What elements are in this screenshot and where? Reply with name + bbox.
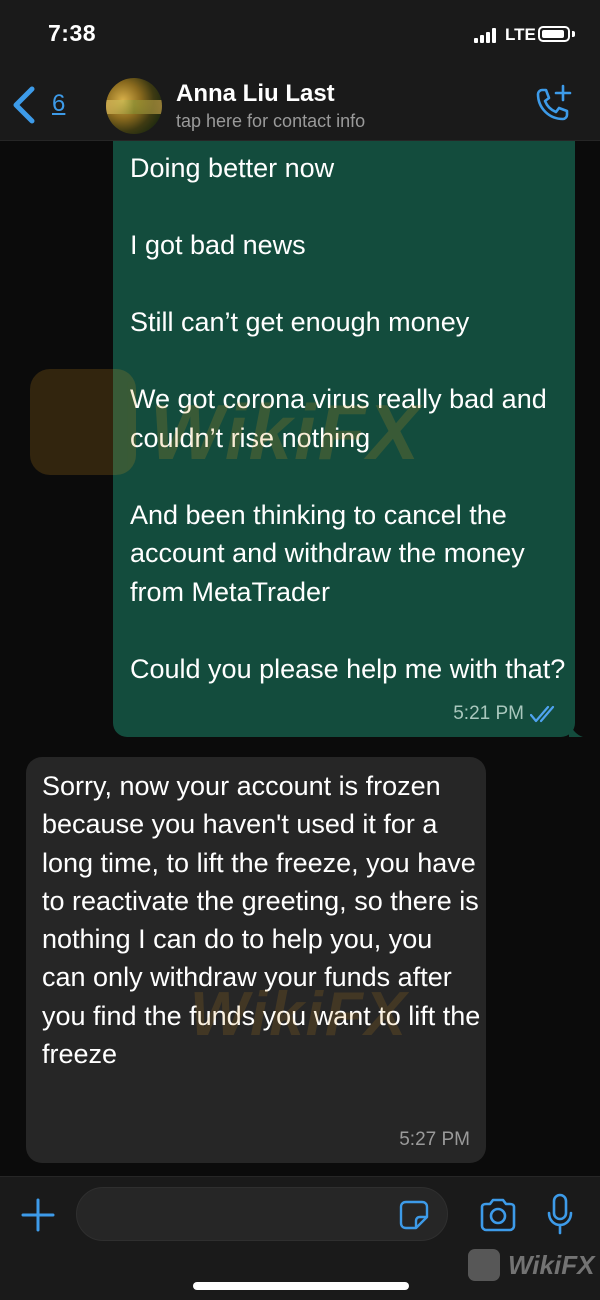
message-input[interactable] [95, 1200, 399, 1230]
outgoing-message-text: Doing better now I got bad news Still ca… [130, 149, 570, 688]
outgoing-time: 5:21 PM [453, 703, 524, 724]
phone-plus-icon[interactable] [530, 84, 574, 128]
watermark-badge: WikiFX [468, 1249, 594, 1281]
message-line: Could you please help me with that? [130, 653, 566, 684]
message-input-field[interactable] [76, 1187, 448, 1241]
avatar[interactable] [106, 78, 162, 134]
back-button[interactable]: 6 [10, 82, 80, 128]
microphone-icon[interactable] [546, 1193, 574, 1235]
watermark-text: WikiFX [508, 1249, 595, 1280]
outgoing-meta: 5:21 PM [453, 703, 560, 725]
sticker-icon[interactable] [398, 1199, 430, 1231]
battery-tip [572, 31, 575, 37]
chat-area[interactable]: Doing better now I got bad news Still ca… [0, 141, 600, 1175]
status-bar: 7:38 LTE [0, 0, 600, 70]
network-label: LTE [505, 25, 536, 44]
signal-icon [474, 27, 501, 43]
bubble-tail [569, 723, 583, 737]
status-time: 7:38 [48, 20, 97, 46]
incoming-message-text: Sorry, now your account is frozen becaus… [42, 771, 481, 1070]
message-line: Doing better now [130, 153, 335, 183]
outgoing-message[interactable]: Doing better now I got bad news Still ca… [113, 141, 583, 737]
composer-bar: WikiFX [0, 1176, 600, 1300]
unread-count: 6 [52, 90, 66, 117]
home-indicator[interactable] [193, 1282, 409, 1290]
contact-info-hint[interactable]: tap here for contact info [176, 111, 365, 132]
camera-icon[interactable] [478, 1197, 518, 1233]
battery-icon [538, 26, 570, 42]
incoming-time: 5:27 PM [399, 1129, 470, 1150]
chevron-left-icon [13, 86, 35, 124]
plus-icon[interactable] [20, 1197, 56, 1233]
chat-header: 6 Anna Liu Last tap here for contact inf… [0, 70, 600, 141]
contact-name[interactable]: Anna Liu Last [176, 80, 335, 108]
incoming-message[interactable]: Sorry, now your account is frozen becaus… [26, 757, 486, 1163]
message-line: We got corona virus really bad and could… [130, 384, 547, 453]
wikifx-logo-icon [468, 1249, 500, 1281]
message-line: And been thinking to cancel the account … [130, 499, 525, 607]
message-line: I got bad news [130, 230, 306, 260]
message-line: Still can’t get enough money [130, 307, 470, 337]
double-check-icon [530, 705, 555, 723]
